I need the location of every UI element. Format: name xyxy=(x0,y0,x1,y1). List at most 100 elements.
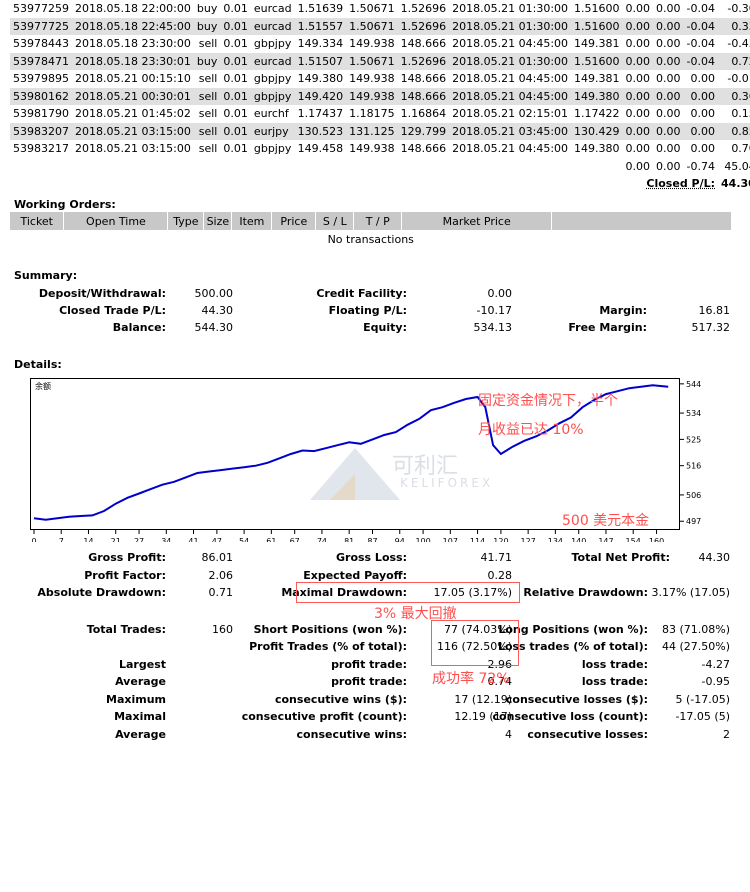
transaction-type: sell xyxy=(193,122,221,140)
transaction-open-time: 2018.05.21 00:30:01 xyxy=(72,87,194,105)
transaction-profit: -0.01 xyxy=(727,72,750,86)
stat-profit-factor-label: Profit Factor: xyxy=(84,569,166,582)
working-orders-header: S / L xyxy=(315,212,355,230)
closed-transactions-table: 53977259 2018.05.18 22:00:00 buy 0.01 eurcad… xyxy=(10,0,750,193)
closed-pl-label: Closed P/L: xyxy=(646,177,716,191)
y-tick-label: 497 xyxy=(686,517,701,526)
stat-total-net-label: Total Net Profit: xyxy=(571,551,671,564)
stat-long-label: Long Positions (won %): xyxy=(498,623,648,636)
transaction-price: 1.51639 xyxy=(297,2,344,16)
transaction-ticket: 53981790 xyxy=(13,107,69,121)
transaction-commission: 0.00 xyxy=(625,37,651,51)
transaction-taxes: 0.00 xyxy=(653,52,684,70)
transaction-row: 53978443 2018.05.18 23:30:00 sell 0.01 gbpjp… xyxy=(10,35,750,53)
transaction-commission: 0.00 xyxy=(622,87,654,105)
transaction-price: 149.420 xyxy=(294,87,347,105)
max-drawdown-highlight xyxy=(296,582,520,603)
transaction-tp: 1.52696 xyxy=(397,52,450,70)
transaction-close-time: 2018.05.21 04:45:00 xyxy=(449,87,572,105)
x-tick-label: 127 xyxy=(521,537,536,542)
stat-rel-dd-label: Relative Drawdown: xyxy=(523,586,648,599)
transaction-swap: -0.04 xyxy=(683,17,719,35)
stat-short-label: Short Positions (won %): xyxy=(253,623,407,636)
transaction-close-price: 1.51600 xyxy=(574,2,620,16)
annotation-principal: 500 美元本金 xyxy=(562,513,650,529)
transaction-profit: 0.70 xyxy=(731,142,750,156)
transaction-close-price: 149.381 xyxy=(574,72,620,86)
working-orders-header: Open Time xyxy=(63,212,169,230)
transaction-ticket: 53983217 xyxy=(13,142,69,156)
transaction-size: 0.01 xyxy=(223,72,248,86)
transaction-tp: 148.666 xyxy=(400,142,447,156)
stat-average-loss: -0.95 xyxy=(701,675,730,688)
x-tick-label: 27 xyxy=(134,537,144,542)
stat-avg-wins-label: consecutive wins: xyxy=(296,728,407,741)
transaction-ticket: 53980162 xyxy=(10,87,72,105)
x-tick-label: 34 xyxy=(161,537,171,542)
total-profit: 45.04 xyxy=(724,159,750,173)
stat-maximal-loss: -17.05 (5) xyxy=(675,710,730,723)
transaction-type: buy xyxy=(193,52,221,70)
stat-loss-trades-label: Loss trades (% of total): xyxy=(497,640,648,653)
free-margin-value: 517.32 xyxy=(691,321,731,334)
transaction-size: 0.01 xyxy=(220,87,251,105)
transaction-ticket: 53978471 xyxy=(10,52,72,70)
transaction-swap: 0.00 xyxy=(690,107,716,121)
transaction-open-time: 2018.05.18 22:45:00 xyxy=(72,17,194,35)
transaction-commission: 0.00 xyxy=(625,72,651,86)
transaction-profit: 0.72 xyxy=(718,52,750,70)
x-tick-label: 94 xyxy=(395,537,405,542)
stat-expected-payoff: 0.28 xyxy=(487,569,513,582)
transaction-row: 53981790 2018.05.21 01:45:02 sell 0.01 eurch… xyxy=(10,105,750,123)
transaction-sl: 1.50671 xyxy=(346,17,398,35)
stat-maximal-loss-label: consecutive loss (count): xyxy=(492,710,648,723)
stat-largest-label: Largest xyxy=(119,658,166,671)
transaction-sl: 131.125 xyxy=(346,122,398,140)
transaction-row: 53978471 2018.05.18 23:30:01 buy 0.01 eurcad… xyxy=(10,52,750,70)
transaction-size: 0.01 xyxy=(223,2,248,16)
watermark-en: KELIFOREX xyxy=(400,476,494,490)
transaction-tp: 148.666 xyxy=(397,87,450,105)
transaction-item: gbpjpy xyxy=(253,72,292,86)
stat-gross-loss-label: Gross Loss: xyxy=(336,551,407,564)
transaction-price: 149.458 xyxy=(297,142,344,156)
transaction-row: 53979895 2018.05.21 00:15:10 sell 0.01 gbpjp… xyxy=(10,70,750,88)
transaction-open-time: 2018.05.21 03:15:00 xyxy=(75,142,191,156)
transaction-commission: 0.00 xyxy=(625,2,651,16)
transaction-open-time: 2018.05.21 03:15:00 xyxy=(72,122,194,140)
x-tick-label: 74 xyxy=(317,537,327,542)
stat-max-wins-label: consecutive wins ($): xyxy=(274,693,407,706)
stat-total-trades: 160 xyxy=(212,623,233,636)
transaction-price: 130.523 xyxy=(294,122,347,140)
transaction-ticket: 53977259 xyxy=(13,2,69,16)
transaction-size: 0.01 xyxy=(223,107,248,121)
margin-value: 16.81 xyxy=(698,304,731,317)
transaction-close-time: 2018.05.21 04:45:00 xyxy=(452,37,569,51)
working-orders-header: Type xyxy=(167,212,205,230)
transaction-profit: 0.15 xyxy=(731,107,750,121)
transaction-size: 0.01 xyxy=(223,37,248,51)
transaction-tp: 129.799 xyxy=(397,122,450,140)
transaction-open-time: 2018.05.21 00:15:10 xyxy=(75,72,191,86)
stat-largest-loss: -4.27 xyxy=(701,658,730,671)
x-tick-label: 21 xyxy=(111,537,121,542)
transaction-swap: -0.04 xyxy=(683,52,719,70)
transaction-swap: -0.04 xyxy=(686,2,716,16)
y-tick-label: 534 xyxy=(686,409,701,418)
x-tick-label: 120 xyxy=(493,537,508,542)
free-margin-label: Free Margin: xyxy=(568,321,647,334)
x-tick-label: 54 xyxy=(239,537,249,542)
transaction-close-time: 2018.05.21 04:45:00 xyxy=(452,142,569,156)
transaction-taxes: 0.00 xyxy=(656,2,681,16)
transaction-commission: 0.00 xyxy=(625,142,651,156)
summary-title: Summary: xyxy=(14,269,78,282)
transaction-profit: 0.36 xyxy=(718,87,750,105)
x-tick-label: 81 xyxy=(344,537,354,542)
stat-maximal-label: Maximal xyxy=(114,710,166,723)
x-tick-label: 100 xyxy=(415,537,430,542)
stat-avg-wins: 4 xyxy=(505,728,512,741)
transaction-taxes: 0.00 xyxy=(656,107,681,121)
transaction-profit: -0.30 xyxy=(727,2,750,16)
transaction-commission: 0.00 xyxy=(625,107,651,121)
x-tick-label: 140 xyxy=(571,537,586,542)
